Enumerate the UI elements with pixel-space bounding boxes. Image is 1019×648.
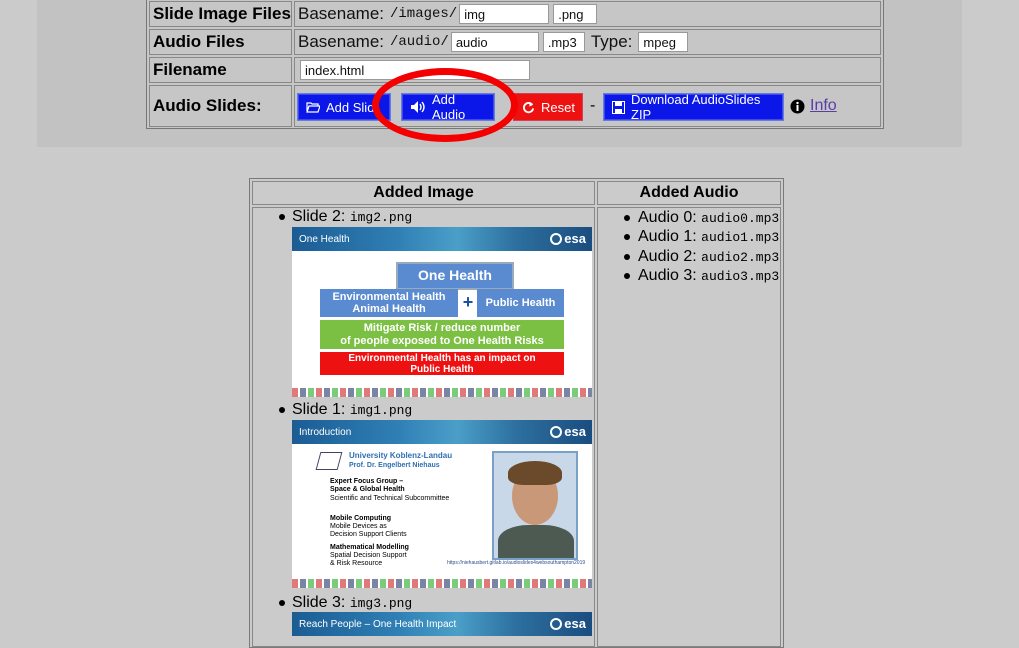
filename-label: Filename: [149, 57, 292, 83]
image-ext-input[interactable]: .png: [553, 4, 598, 24]
flags-strip: [292, 388, 592, 397]
slide-banner-title: One Health: [299, 233, 350, 245]
audio-file: audio1.mp3: [701, 230, 780, 245]
professor-name: Prof. Dr. Engelbert Niehaus: [349, 462, 440, 469]
slide-label: Slide 2:: [292, 208, 346, 225]
audio-type-input[interactable]: mpeg: [638, 32, 689, 52]
slide-file: img3.png: [349, 596, 413, 611]
bullet-icon: [279, 600, 285, 606]
slide-label: Slide 3:: [292, 594, 346, 611]
list-item-audio-1: Audio 1: audio1.mp3: [638, 228, 779, 246]
profile-photo: [492, 451, 578, 560]
esa-logo-icon: [550, 232, 563, 245]
mitigate-risk-box: Mitigate Risk / reduce number of people …: [320, 320, 564, 349]
slide-file: img1.png: [349, 403, 413, 418]
image-path: /images/: [390, 6, 458, 22]
slide-banner: Reach People – One Health Impact esa: [292, 612, 592, 636]
slide-banner: One Health esa: [292, 227, 592, 251]
bullet-icon: [624, 215, 630, 221]
audio-label: Audio 1:: [638, 228, 697, 245]
reset-button[interactable]: Reset: [513, 93, 583, 121]
separator: -: [590, 97, 596, 114]
math-modelling-title: Mathematical Modelling: [330, 544, 409, 551]
slide-banner-title: Reach People – One Health Impact: [299, 618, 457, 630]
slide-label: Slide 1:: [292, 401, 346, 418]
bullet-icon: [624, 234, 630, 240]
audio-label: Audio 3:: [638, 267, 697, 284]
university-name: University Koblenz-Landau: [349, 451, 453, 460]
slide-1-preview: Introduction esa University Koblenz-Land…: [292, 420, 592, 588]
esa-logo: esa: [550, 616, 586, 631]
audio-ext-input[interactable]: .mp3: [542, 32, 585, 52]
bullet-icon: [279, 407, 285, 413]
plus-sign: +: [462, 292, 474, 313]
refresh-icon: [523, 101, 535, 113]
esa-logo-icon: [550, 425, 563, 438]
red-highlight-circle: [372, 68, 518, 142]
slide-2-preview: One Health esa One Health Environmental …: [292, 227, 592, 397]
image-basename-input[interactable]: img: [459, 4, 550, 24]
info-icon: [790, 99, 805, 113]
flags-strip: [292, 579, 592, 588]
one-health-box: One Health: [396, 262, 514, 290]
list-item-audio-0: Audio 0: audio0.mp3: [638, 209, 779, 227]
focus-group-title: Expert Focus Group – Space & Global Heal…: [330, 478, 405, 493]
basename-label: Basename:: [298, 4, 384, 23]
info-link[interactable]: Info: [790, 97, 837, 115]
slide-banner-title: Introduction: [299, 426, 352, 438]
audio-file: audio0.mp3: [701, 211, 780, 226]
audio-path: /audio/: [390, 34, 449, 50]
esa-logo-icon: [550, 617, 563, 630]
list-item-audio-3: Audio 3: audio3.mp3: [638, 267, 779, 285]
slide-file: img2.png: [349, 210, 413, 225]
math-modelling-subtitle: Spatial Decision Support & Risk Resource: [330, 552, 407, 567]
filename-row: index.html: [294, 57, 881, 83]
add-slide-label: Add Slid: [326, 99, 375, 115]
bullet-icon: [624, 273, 630, 279]
public-health-box: Public Health: [477, 289, 564, 317]
esa-logo-text: esa: [564, 231, 586, 246]
slide-image-files-row: Basename: /images/ img .png: [294, 1, 881, 27]
audio-files-row: Basename: /audio/ audio .mp3 Type: mpeg: [294, 29, 881, 55]
bullet-icon: [279, 214, 285, 220]
audio-label: Audio 2:: [638, 248, 697, 265]
download-zip-label: Download AudioSlides ZIP: [631, 92, 761, 122]
environmental-health-box: Environmental Health Animal Health: [320, 289, 458, 317]
type-label: Type:: [590, 32, 633, 51]
basename-label: Basename:: [298, 32, 384, 51]
focus-group-subtitle: Scientific and Technical Subcommittee: [330, 495, 450, 502]
list-item-slide-2: Slide 2: img2.png: [292, 208, 412, 226]
audio-files-label: Audio Files: [149, 29, 292, 55]
esa-logo-text: esa: [564, 424, 586, 439]
reset-label: Reset: [541, 99, 575, 115]
added-audio-header: Added Audio: [597, 181, 781, 205]
floppy-disk-icon: [612, 100, 625, 114]
list-item-slide-3: Slide 3: img3.png: [292, 594, 412, 612]
slide-3-preview: Reach People – One Health Impact esa: [292, 612, 592, 636]
added-image-header: Added Image: [252, 181, 595, 205]
slide-url: https://niehausbert.gitlab.io/audioslide…: [447, 560, 586, 566]
audio-label: Audio 0:: [638, 209, 697, 226]
esa-logo: esa: [550, 424, 586, 439]
audio-slides-label: Audio Slides:: [149, 85, 292, 127]
university-logo-icon: [315, 452, 343, 470]
info-label: Info: [810, 97, 837, 114]
folder-open-icon: [306, 102, 320, 113]
audio-file: audio2.mp3: [701, 250, 780, 265]
mobile-computing-title: Mobile Computing: [330, 515, 392, 522]
slide-banner: Introduction esa: [292, 420, 592, 444]
mobile-computing-subtitle: Mobile Devices as Decision Support Clien…: [330, 523, 407, 538]
audio-basename-input[interactable]: audio: [450, 32, 539, 52]
impact-box: Environmental Health has an impact on Pu…: [320, 352, 564, 375]
list-item-audio-2: Audio 2: audio2.mp3: [638, 248, 779, 266]
list-item-slide-1: Slide 1: img1.png: [292, 401, 412, 419]
esa-logo-text: esa: [564, 616, 586, 631]
audio-file: audio3.mp3: [701, 269, 780, 284]
esa-logo: esa: [550, 231, 586, 246]
download-zip-button[interactable]: Download AudioSlides ZIP: [603, 92, 784, 122]
bullet-icon: [624, 254, 630, 260]
slide-image-files-label: Slide Image Files: [149, 1, 292, 27]
